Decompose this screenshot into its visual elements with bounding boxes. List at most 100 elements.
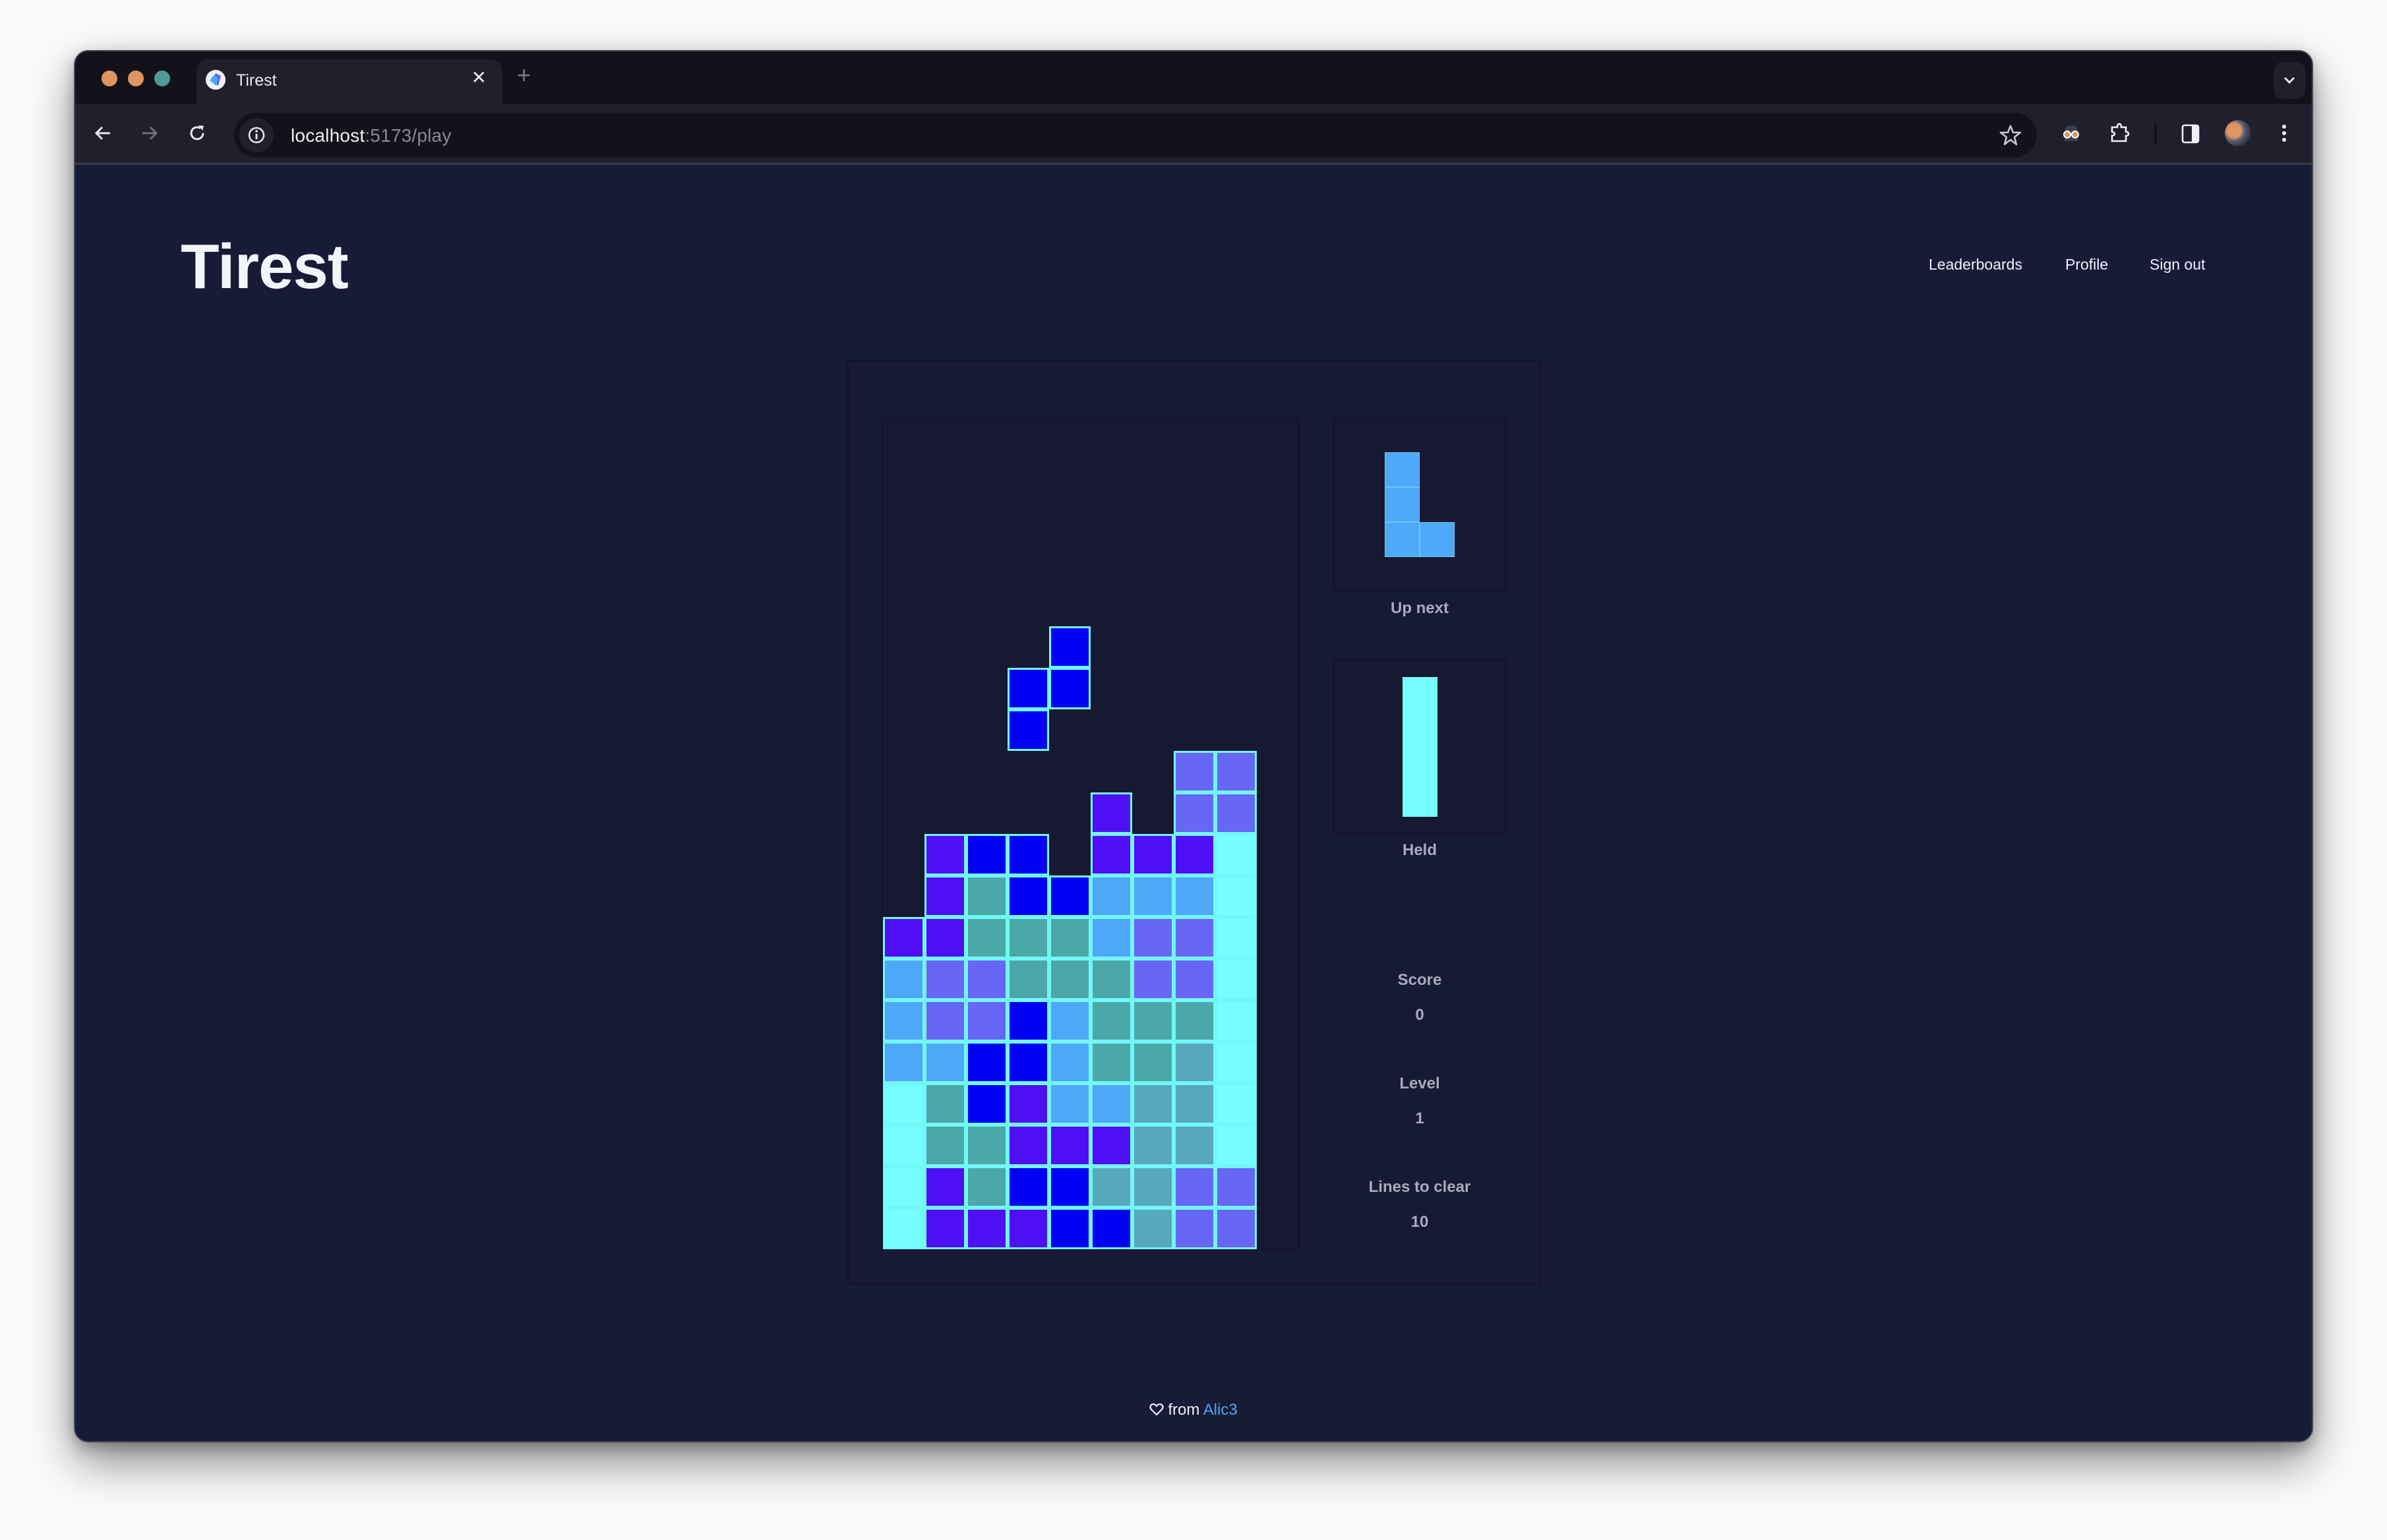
board-cell [883,1208,924,1249]
preview-cell [1403,747,1437,782]
board-cell [1008,959,1049,1000]
board-cell [966,1208,1008,1249]
board-cell [966,1166,1008,1208]
board-cell [1215,834,1257,875]
board-cell [1008,1042,1049,1083]
up-next-preview [1333,417,1507,591]
lines-to-clear-label: Lines to clear [1368,1178,1471,1196]
board-cell [1008,668,1049,709]
window-maximize-button[interactable] [154,71,170,86]
preview-cell [1403,712,1437,747]
url-path: :5173/play [365,125,452,146]
board-cell [1008,1208,1049,1249]
board-cell [924,1166,966,1208]
footer-text: from [1168,1401,1200,1419]
url-text[interactable]: localhost:5173/play [291,125,452,146]
board-cell [924,834,966,875]
lines-to-clear-value: 10 [1410,1213,1429,1231]
board-cell [1132,1042,1174,1083]
board-cell [1215,1125,1257,1166]
preview-cell [1385,487,1420,522]
held-preview [1333,660,1507,834]
tab-search-chevron-icon[interactable] [2274,62,2305,99]
board-cell [1091,959,1132,1000]
board-cell [1091,1166,1132,1208]
board-cell [1008,1166,1049,1208]
forward-arrow-icon[interactable] [138,121,162,145]
board-cell [1008,1000,1049,1042]
board-cell [1091,1125,1132,1166]
board-cell [1132,875,1174,917]
board-cell [1215,1083,1257,1125]
board-cell [1049,917,1091,959]
author-link[interactable]: Alic3 [1203,1401,1238,1419]
board-cell [1174,1083,1215,1125]
board-cell [1174,1042,1215,1083]
nav-profile[interactable]: Profile [2065,256,2108,274]
extensions-puzzle-icon[interactable] [2105,119,2134,148]
board-cell [1132,834,1174,875]
board-cell [1215,1208,1257,1249]
window-close-button[interactable] [102,71,117,86]
board-cell [1174,875,1215,917]
heart-icon [1149,1402,1164,1416]
board-cell [966,875,1008,917]
board-cell [1008,875,1049,917]
profile-avatar-icon[interactable] [2223,119,2252,148]
board-cell [1215,751,1257,792]
preview-cell [1420,522,1455,557]
board-cell [966,959,1008,1000]
board-cell [1132,959,1174,1000]
board-cell [1049,1000,1091,1042]
board-cell [1049,1166,1091,1208]
board-cell [883,1166,924,1208]
preview-cell [1385,522,1420,557]
board-cell [924,917,966,959]
score-value: 0 [1415,1006,1424,1024]
board-cell [1049,668,1091,709]
board-cell [1215,1042,1257,1083]
board-cell [1008,917,1049,959]
site-info-icon[interactable] [239,118,274,152]
bookmark-star-icon[interactable] [1999,123,2022,147]
preview-cell [1403,782,1437,817]
new-tab-plus-icon[interactable]: + [517,63,531,87]
board-cell [1174,959,1215,1000]
board-cell [1132,1125,1174,1166]
board-cell [966,1042,1008,1083]
address-bar[interactable]: localhost:5173/play [234,113,2037,158]
up-next-label: Up next [1390,599,1449,617]
back-arrow-icon[interactable] [91,121,115,145]
incognito-extension-icon[interactable] [2057,119,2086,148]
board-cell [1049,1083,1091,1125]
board-cell [1049,875,1091,917]
nav-sign-out[interactable]: Sign out [2150,256,2205,274]
board-cell [1215,959,1257,1000]
reload-icon[interactable] [185,121,209,145]
site-title[interactable]: Tirest [181,231,349,303]
board-cell [1091,1208,1132,1249]
browser-tab[interactable]: Tirest ✕ [196,59,502,105]
browser-toolbar: localhost:5173/play [75,104,2312,165]
board-cell [1132,1208,1174,1249]
game-board[interactable] [882,417,1300,1251]
side-panel-icon[interactable] [2176,119,2205,148]
footer: from Alic3 [75,1401,2312,1419]
board-cell [924,1042,966,1083]
board-cell [1132,1166,1174,1208]
menu-kebab-icon[interactable] [2270,119,2299,148]
board-cell [1174,834,1215,875]
level-value: 1 [1415,1110,1424,1127]
favicon-icon [206,70,226,90]
board-cell [1049,626,1091,668]
window-minimize-button[interactable] [128,71,144,86]
board-cell [1049,1208,1091,1249]
board-cell [1132,1083,1174,1125]
preview-cell [1403,677,1437,712]
board-cell [966,1083,1008,1125]
nav-leaderboards[interactable]: Leaderboards [1929,256,2022,274]
tab-close-icon[interactable]: ✕ [471,69,487,87]
held-label: Held [1402,841,1437,859]
board-cell [924,875,966,917]
board-cell [1049,1125,1091,1166]
